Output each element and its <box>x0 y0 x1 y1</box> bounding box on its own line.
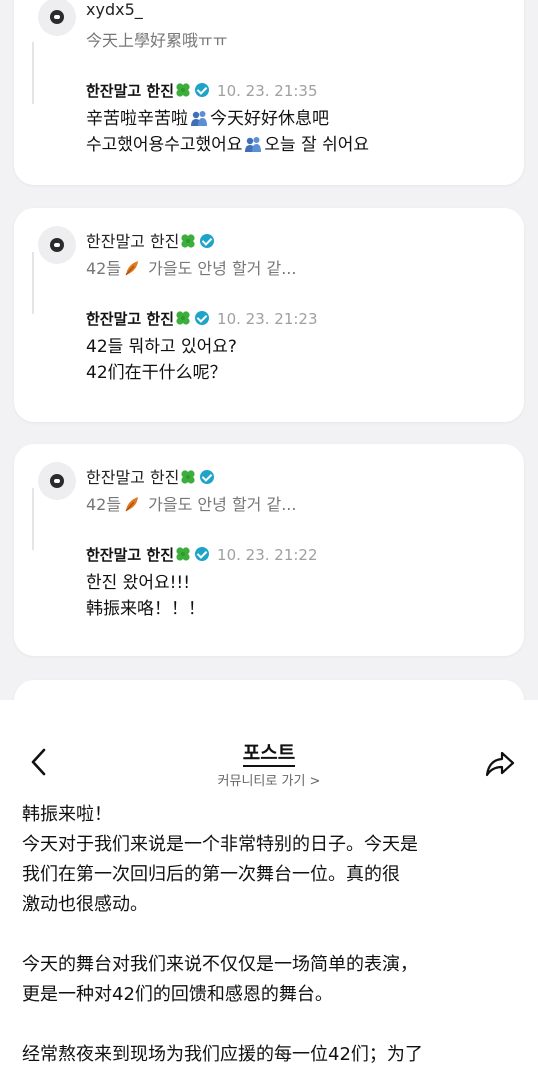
clover-icon <box>181 234 196 248</box>
verified-badge-icon <box>195 311 210 325</box>
comment-card[interactable]: 한잔말고 한진 42들 가을도 안녕 할거 같... 한잔말고 한진 10. 23… <box>14 208 524 422</box>
reply-timestamp: 10. 23. 21:23 <box>217 310 318 328</box>
quoted-comment[interactable]: 한잔말고 한진 42들 가을도 안녕 할거 같... <box>38 462 504 526</box>
clover-icon <box>176 547 190 561</box>
post-line: 今天的舞台对我们来说不仅仅是一场简单的表演， <box>22 954 418 975</box>
share-button[interactable] <box>484 748 516 780</box>
avatar[interactable] <box>38 462 76 500</box>
reply-timestamp: 10. 23. 21:22 <box>217 546 318 564</box>
clover-icon <box>176 311 190 325</box>
quoted-author: 한잔말고 한진 <box>86 228 215 252</box>
comment-card[interactable]: 한잔말고 한진 42들 가을도 안녕 할거 같... 한잔말고 한진 10. 23… <box>14 444 524 656</box>
verified-badge-icon <box>200 470 215 484</box>
reply-line: 42们在干什么呢？ <box>86 363 227 383</box>
quoted-text: 42들 가을도 안녕 할거 같... <box>86 259 297 278</box>
go-to-community-link[interactable]: 커뮤니티로 가기 > <box>0 770 538 789</box>
verified-badge-icon <box>195 547 210 561</box>
people-icon <box>191 111 207 126</box>
share-icon <box>485 751 515 777</box>
avatar[interactable] <box>38 226 76 264</box>
comment-card[interactable]: xydx5_ 今天上學好累哦ㅠㅠ 한잔말고 한진 10. 23. 21:35 辛苦… <box>14 0 524 185</box>
post-header: 포스트 커뮤니티로 가기 > <box>0 722 538 802</box>
reply-header: 한잔말고 한진 10. 23. 21:22 <box>86 544 508 566</box>
clover-icon <box>176 83 190 97</box>
reply: 한잔말고 한진 10. 23. 21:23 42들 뭐하고 있어요? 42们在干什… <box>86 308 508 386</box>
post-line: 更是一种对42们的回馈和感恩的舞台。 <box>22 984 333 1005</box>
reply-author[interactable]: 한잔말고 한진 <box>86 546 174 564</box>
comment-card[interactable] <box>14 680 524 700</box>
thread-line <box>32 42 34 104</box>
quoted-comment[interactable]: 한잔말고 한진 42들 가을도 안녕 할거 같... <box>38 226 504 290</box>
post-line: 我们在第一次回归后的第一次舞台一位。真的很 <box>22 864 400 885</box>
reply-line: 한진 왔어요!!! <box>86 573 191 593</box>
reply: 한잔말고 한진 10. 23. 21:35 辛苦啦辛苦啦 今天好好休息吧 수고했어용… <box>86 80 508 158</box>
quoted-text: 今天上學好累哦ㅠㅠ <box>86 31 228 50</box>
quoted-text: 42들 가을도 안녕 할거 같... <box>86 495 297 514</box>
reply-author[interactable]: 한잔말고 한진 <box>86 82 174 100</box>
quoted-author: 한잔말고 한진 <box>86 464 215 488</box>
post-line: 今天对于我们来说是一个非常特别的日子。今天是 <box>22 834 418 855</box>
page-title: 포스트 <box>0 738 538 767</box>
comment-feed: xydx5_ 今天上學好累哦ㅠㅠ 한잔말고 한진 10. 23. 21:35 辛苦… <box>0 0 538 700</box>
reply-author[interactable]: 한잔말고 한진 <box>86 310 174 328</box>
post-line: 韩振来啦！ <box>22 804 112 825</box>
people-icon <box>245 137 262 152</box>
reply-line: 韩振来咯！！！ <box>86 599 205 619</box>
reply-timestamp: 10. 23. 21:35 <box>217 82 318 100</box>
reply-line: 辛苦啦辛苦啦 今天好好休息吧 <box>86 109 329 129</box>
maple-leaf-icon <box>125 496 139 512</box>
quoted-comment[interactable]: xydx5_ 今天上學好累哦ㅠㅠ <box>38 0 504 62</box>
thread-line <box>32 252 34 314</box>
verified-badge-icon <box>200 234 215 248</box>
reply-line: 42들 뭐하고 있어요? <box>86 337 237 357</box>
maple-leaf-icon <box>125 260 139 276</box>
post-body: 韩振来啦！ 今天对于我们来说是一个非常特别的日子。今天是 我们在第一次回归后的第… <box>22 800 522 1070</box>
reply: 한잔말고 한진 10. 23. 21:22 한진 왔어요!!! 韩振来咯！！！ <box>86 544 508 622</box>
verified-badge-icon <box>195 83 210 97</box>
post-line: 激动也很感动。 <box>22 894 148 915</box>
reply-header: 한잔말고 한진 10. 23. 21:35 <box>86 80 508 102</box>
clover-icon <box>181 470 196 484</box>
quoted-author: xydx5_ <box>86 0 143 19</box>
post-line: 经常熬夜来到现场为我们应援的每一位42们；为了 <box>22 1044 423 1065</box>
avatar[interactable] <box>38 0 76 36</box>
reply-header: 한잔말고 한진 10. 23. 21:23 <box>86 308 508 330</box>
reply-line: 수고했어용수고했어요 오늘 잘 쉬어요 <box>86 135 370 155</box>
thread-line <box>32 488 34 550</box>
